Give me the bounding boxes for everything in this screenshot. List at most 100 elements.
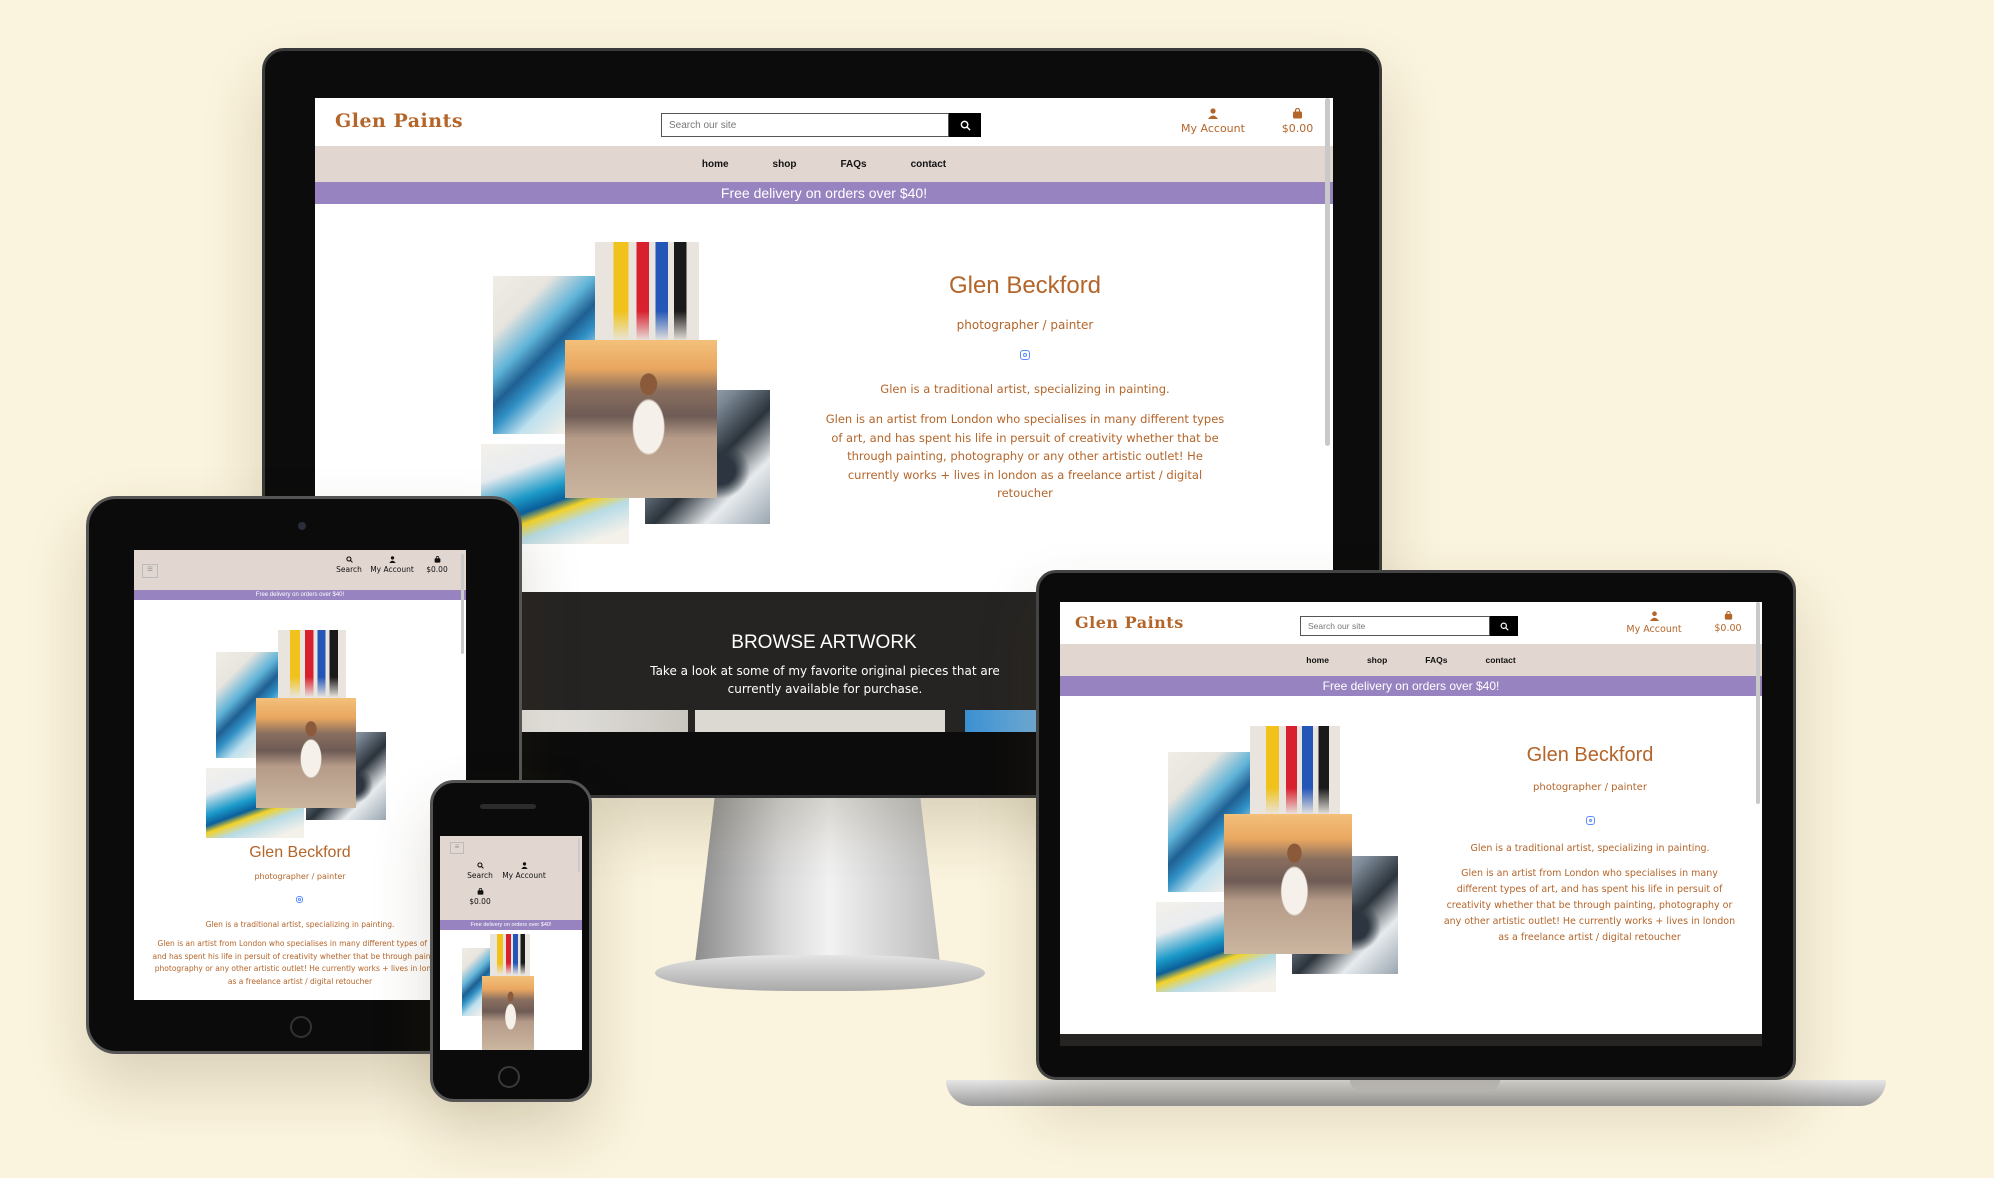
promo-banner: Free delivery on orders over $40!: [1060, 676, 1762, 696]
artist-name: Glen Beckford: [948, 272, 1102, 299]
account-link[interactable]: My Account: [1620, 611, 1688, 635]
search-form: Search our site: [661, 113, 981, 137]
main-nav: home shop FAQs contact: [1060, 644, 1762, 676]
collage-image-artist-photo: [1224, 814, 1352, 954]
artist-intro: Glen is a traditional artist, specializi…: [880, 382, 1170, 396]
collage-image-drip-painting: [595, 242, 699, 354]
laptop-screen: Glen Paints Search our site My Account $…: [1060, 602, 1762, 1046]
instagram-icon[interactable]: [296, 896, 303, 903]
basket-link[interactable]: $0.00: [1275, 107, 1320, 135]
hamburger-menu-icon[interactable]: ≡: [142, 564, 158, 578]
site-logo[interactable]: Glen Paints: [1075, 613, 1184, 632]
search-form: Search our site: [1300, 616, 1518, 636]
collage-image-artist-photo: [565, 340, 717, 498]
artist-bio: Glen is an artist from London who specia…: [152, 939, 448, 986]
scrollbar[interactable]: [578, 838, 580, 872]
artist-name: Glen Beckford: [249, 844, 351, 861]
hamburger-menu-icon[interactable]: ≡: [450, 842, 464, 854]
basket-total: $0.00: [469, 897, 491, 906]
account-link[interactable]: My Account: [1173, 108, 1253, 135]
instagram-icon[interactable]: [1020, 350, 1030, 360]
search-icon: [345, 556, 353, 563]
user-icon: [1649, 611, 1659, 621]
search-input[interactable]: Search our site: [661, 113, 949, 137]
collage-image-artist-photo: [256, 698, 356, 808]
promo-banner: Free delivery on orders over $40!: [134, 590, 466, 600]
nav-shop[interactable]: shop: [773, 159, 797, 170]
account-link[interactable]: My Account: [498, 862, 550, 880]
shopping-bag-icon: [1724, 610, 1732, 620]
search-icon: [1500, 622, 1509, 631]
browse-section-edge: [1060, 1034, 1762, 1046]
account-label: My Account: [502, 871, 546, 880]
shopping-bag-icon: [477, 887, 483, 895]
nav-contact[interactable]: contact: [911, 159, 947, 170]
artist-role: photographer / painter: [1533, 782, 1647, 793]
collage-image-drip-painting: [278, 630, 346, 706]
basket-total: $0.00: [1281, 122, 1314, 135]
account-label: My Account: [1181, 122, 1245, 135]
search-button[interactable]: [949, 113, 981, 137]
search-toggle[interactable]: Search: [334, 556, 364, 574]
tablet-home-button[interactable]: [290, 1016, 312, 1038]
phone-home-button[interactable]: [498, 1066, 520, 1088]
basket-total: $0.00: [1714, 623, 1742, 634]
user-icon: [1208, 108, 1218, 119]
phone-speaker: [480, 804, 536, 809]
search-label: Search: [467, 871, 493, 880]
artwork-thumbnail[interactable]: [695, 710, 945, 732]
instagram-icon[interactable]: [1586, 816, 1595, 825]
scrollbar[interactable]: [461, 554, 464, 654]
search-icon: [476, 862, 484, 869]
search-input[interactable]: Search our site: [1300, 616, 1490, 636]
promo-banner: Free delivery on orders over $40!: [440, 920, 582, 930]
browse-text: Take a look at some of my favorite origi…: [650, 664, 1000, 696]
scrollbar[interactable]: [1756, 602, 1760, 804]
header: ≡ Search My Account $0.00: [440, 836, 582, 920]
search-button[interactable]: [1490, 616, 1518, 636]
shopping-bag-icon: [1293, 107, 1302, 119]
account-label: My Account: [1626, 624, 1682, 635]
artist-bio: Glen is an artist from London who specia…: [1443, 868, 1736, 943]
account-link[interactable]: My Account: [366, 556, 418, 574]
basket-link[interactable]: $0.00: [464, 887, 496, 906]
search-toggle[interactable]: Search: [464, 862, 496, 880]
artist-intro: Glen is a traditional artist, specializi…: [205, 920, 395, 929]
collage-image-artist-photo: [482, 976, 534, 1050]
account-label: My Account: [370, 565, 414, 574]
site-logo[interactable]: Glen Paints: [335, 110, 463, 132]
nav-faqs[interactable]: FAQs: [840, 159, 866, 170]
collage-image-drip-painting: [490, 934, 530, 980]
monitor-base: [655, 955, 985, 991]
shopping-bag-icon: [434, 555, 440, 563]
laptop-notch: [1350, 1080, 1500, 1090]
scrollbar[interactable]: [1325, 98, 1330, 446]
artist-bio: Glen is an artist from London who specia…: [825, 412, 1225, 500]
user-icon: [520, 862, 528, 869]
artist-intro: Glen is a traditional artist, specializi…: [1470, 843, 1710, 854]
tablet-camera: [298, 522, 306, 530]
basket-link[interactable]: $0.00: [1708, 610, 1748, 634]
nav-faqs[interactable]: FAQs: [1425, 655, 1447, 665]
header: ≡ Search My Account $0.00: [134, 550, 466, 590]
artist-role: photographer / painter: [254, 872, 346, 881]
nav-home[interactable]: home: [702, 159, 729, 170]
monitor-stand: [695, 798, 940, 963]
artwork-thumbnail[interactable]: [520, 710, 688, 732]
phone-screen: ≡ Search My Account $0.00 Free delivery …: [440, 836, 582, 1050]
nav-shop[interactable]: shop: [1367, 655, 1387, 665]
user-icon: [388, 556, 396, 563]
nav-contact[interactable]: contact: [1485, 655, 1515, 665]
promo-banner: Free delivery on orders over $40!: [315, 182, 1333, 204]
artist-name: Glen Beckford: [1526, 744, 1654, 766]
basket-total: $0.00: [426, 565, 448, 574]
collage-image-drip-painting: [1250, 726, 1340, 826]
tablet-screen: ≡ Search My Account $0.00 Free delivery …: [134, 550, 466, 1000]
search-icon: [960, 120, 971, 131]
header: Glen Paints Search our site My Account $…: [1060, 602, 1762, 644]
header: Glen Paints Search our site My Account $…: [315, 98, 1333, 146]
artist-role: photographer / painter: [956, 318, 1094, 332]
basket-link[interactable]: $0.00: [422, 555, 452, 574]
nav-home[interactable]: home: [1306, 655, 1329, 665]
main-nav: home shop FAQs contact: [315, 146, 1333, 182]
